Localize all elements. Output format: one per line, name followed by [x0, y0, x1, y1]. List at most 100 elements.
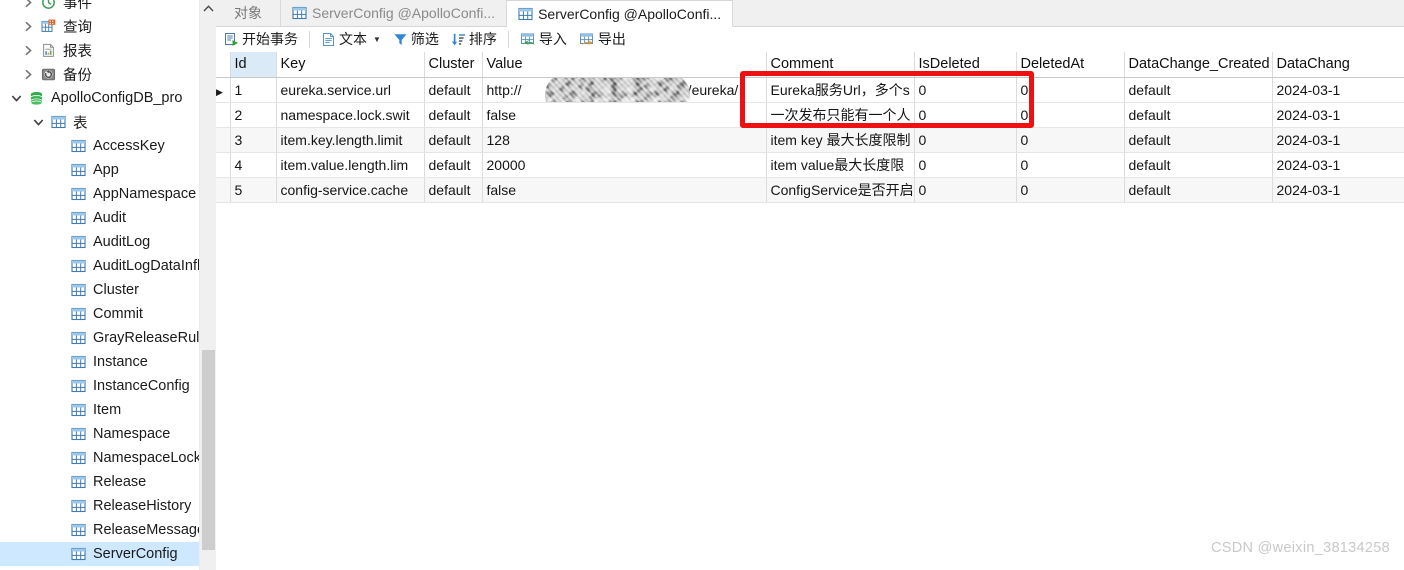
cell-key[interactable]: item.value.length.lim	[276, 152, 425, 178]
tab-2[interactable]: ServerConfig @ApolloConfi...	[507, 0, 734, 27]
cell-datachange-created[interactable]: default	[1124, 102, 1273, 128]
table-row[interactable]: ▶ 1 eureka.service.url default http://7081/e…	[216, 77, 1404, 103]
cell-key[interactable]: eureka.service.url	[276, 77, 425, 103]
tree-item-cluster[interactable]: Cluster	[0, 278, 216, 302]
tree-item-apolloconfigdb-pro[interactable]: ApolloConfigDB_pro	[0, 86, 216, 110]
chevron-right-icon[interactable]	[18, 45, 38, 56]
cell-comment[interactable]: 一次发布只能有一个人	[766, 102, 915, 128]
cell-datachange-last[interactable]: 2024-03-1	[1272, 177, 1404, 203]
text-view-button[interactable]: 文本 ▼	[315, 28, 387, 51]
tree-item-namespace[interactable]: Namespace	[0, 422, 216, 446]
cell-isdeleted[interactable]: 0	[914, 177, 1017, 203]
sidebar-scrollbar-thumb[interactable]	[202, 350, 215, 550]
column-header-isdeleted[interactable]: IsDeleted	[914, 52, 1017, 78]
tab-0[interactable]: 对象	[216, 0, 281, 26]
cell-comment[interactable]: Eureka服务Url，多个s	[766, 77, 915, 103]
tree-item-release[interactable]: Release	[0, 470, 216, 494]
chevron-down-icon[interactable]	[28, 118, 48, 127]
cell-cluster[interactable]: default	[424, 177, 483, 203]
cell-id[interactable]: 5	[230, 177, 277, 203]
chevron-down-icon[interactable]: ▼	[373, 35, 381, 44]
cell-cluster[interactable]: default	[424, 102, 483, 128]
column-header-key[interactable]: Key	[276, 52, 425, 78]
table-row[interactable]: 2 namespace.lock.swit default false 一次发布只能有一…	[216, 102, 1404, 128]
tree-item-releasehistory[interactable]: ReleaseHistory	[0, 494, 216, 518]
tree-item-releasemessage[interactable]: ReleaseMessage	[0, 518, 216, 542]
tree-item-instanceconfig[interactable]: InstanceConfig	[0, 374, 216, 398]
cell-isdeleted[interactable]: 0	[914, 152, 1017, 178]
column-header-value[interactable]: Value	[482, 52, 767, 78]
table-row[interactable]: 4 item.value.length.lim default 20000 item v…	[216, 152, 1404, 178]
table-row[interactable]: 3 item.key.length.limit default 128 item key…	[216, 127, 1404, 153]
column-header-cluster[interactable]: Cluster	[424, 52, 483, 78]
column-header-datachange-last[interactable]: DataChang	[1272, 52, 1404, 78]
cell-value[interactable]: 128	[482, 127, 767, 153]
column-header-id[interactable]: Id	[230, 52, 277, 78]
tab-1[interactable]: ServerConfig @ApolloConfi...	[281, 0, 508, 26]
tree-item-appnamespace[interactable]: AppNamespace	[0, 182, 216, 206]
cell-deletedat[interactable]: 0	[1016, 102, 1125, 128]
cell-isdeleted[interactable]: 0	[914, 102, 1017, 128]
cell-key[interactable]: namespace.lock.swit	[276, 102, 425, 128]
cell-cluster[interactable]: default	[424, 127, 483, 153]
cell-id[interactable]: 4	[230, 152, 277, 178]
cell-datachange-last[interactable]: 2024-03-1	[1272, 127, 1404, 153]
cell-datachange-created[interactable]: default	[1124, 177, 1273, 203]
tree-item-[interactable]: 查询	[0, 14, 216, 38]
tree-item-auditlogdatainflue[interactable]: AuditLogDataInflue	[0, 254, 216, 278]
cell-cluster[interactable]: default	[424, 77, 483, 103]
tree-item-grayreleaserule[interactable]: GrayReleaseRule	[0, 326, 216, 350]
filter-button[interactable]: 筛选	[387, 28, 445, 51]
cell-datachange-created[interactable]: default	[1124, 152, 1273, 178]
cell-id[interactable]: 2	[230, 102, 277, 128]
cell-value[interactable]: 20000	[482, 152, 767, 178]
tree-item-app[interactable]: App	[0, 158, 216, 182]
table-row[interactable]: 5 config-service.cache default false ConfigS…	[216, 177, 1404, 203]
cell-key[interactable]: config-service.cache	[276, 177, 425, 203]
export-button[interactable]: 导出	[573, 28, 632, 51]
scroll-up-icon[interactable]	[200, 0, 216, 17]
cell-comment[interactable]: item key 最大长度限制	[766, 127, 915, 153]
begin-transaction-button[interactable]: 开始事务	[218, 28, 304, 51]
tree-item-[interactable]: 备份	[0, 62, 216, 86]
cell-isdeleted[interactable]: 0	[914, 127, 1017, 153]
cell-deletedat[interactable]: 0	[1016, 77, 1125, 103]
sidebar-scrollbar[interactable]	[199, 0, 216, 570]
tree-item-accesskey[interactable]: AccessKey	[0, 134, 216, 158]
tree-item-auditlog[interactable]: AuditLog	[0, 230, 216, 254]
chevron-right-icon[interactable]	[18, 0, 38, 8]
cell-value[interactable]: false	[482, 177, 767, 203]
cell-datachange-created[interactable]: default	[1124, 127, 1273, 153]
cell-comment[interactable]: ConfigService是否开启	[766, 177, 915, 203]
tree-item-instance[interactable]: Instance	[0, 350, 216, 374]
cell-datachange-last[interactable]: 2024-03-1	[1272, 77, 1404, 103]
cell-key[interactable]: item.key.length.limit	[276, 127, 425, 153]
tree-item-namespacelock[interactable]: NamespaceLock	[0, 446, 216, 470]
cell-deletedat[interactable]: 0	[1016, 127, 1125, 153]
cell-id[interactable]: 3	[230, 127, 277, 153]
tree-item-[interactable]: 表	[0, 110, 216, 134]
sort-button[interactable]: 排序	[445, 28, 503, 51]
chevron-right-icon[interactable]	[18, 69, 38, 80]
cell-value[interactable]: false	[482, 102, 767, 128]
cell-deletedat[interactable]: 0	[1016, 152, 1125, 178]
tree-item-serviceconfig[interactable]: ServiceConfig	[0, 566, 216, 570]
chevron-right-icon[interactable]	[18, 21, 38, 32]
cell-value[interactable]: http://7081/eureka/	[482, 77, 767, 103]
cell-datachange-last[interactable]: 2024-03-1	[1272, 102, 1404, 128]
cell-id[interactable]: 1	[230, 77, 277, 103]
cell-datachange-last[interactable]: 2024-03-1	[1272, 152, 1404, 178]
column-header-comment[interactable]: Comment	[766, 52, 915, 78]
tree-item-[interactable]: 事件	[0, 0, 216, 14]
tree-item-audit[interactable]: Audit	[0, 206, 216, 230]
column-header-deletedat[interactable]: DeletedAt	[1016, 52, 1125, 78]
chevron-down-icon[interactable]	[6, 94, 26, 103]
cell-datachange-created[interactable]: default	[1124, 77, 1273, 103]
cell-comment[interactable]: item value最大长度限	[766, 152, 915, 178]
tree-item-item[interactable]: Item	[0, 398, 216, 422]
tree-item-commit[interactable]: Commit	[0, 302, 216, 326]
cell-isdeleted[interactable]: 0	[914, 77, 1017, 103]
tree-item-[interactable]: 报表	[0, 38, 216, 62]
import-button[interactable]: 导入	[514, 28, 573, 51]
cell-cluster[interactable]: default	[424, 152, 483, 178]
